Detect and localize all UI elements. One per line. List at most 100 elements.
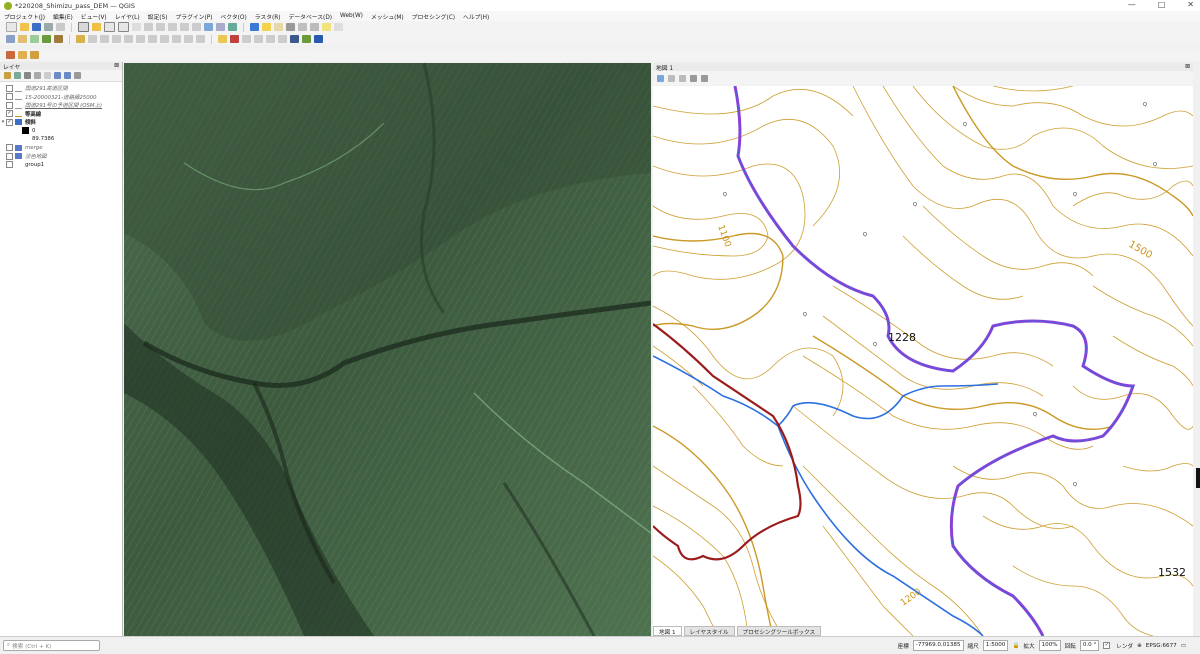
zoom-selection-icon[interactable] [168,23,177,31]
menu-vector[interactable]: ベクタ(O) [216,12,250,21]
zoom-out-icon[interactable] [118,22,129,32]
label-icon[interactable] [218,35,227,43]
close-icon[interactable]: ✕ [1187,0,1194,9]
crs-label[interactable]: EPSG:6677 [1146,643,1177,649]
new-project-icon[interactable] [6,22,17,32]
main-map-canvas[interactable] [124,63,651,636]
layer-item[interactable]: 国道291号の予道区間 (OSM上) [0,101,122,110]
tab-layer-style[interactable]: レイヤスタイル [683,626,735,636]
label-show-icon[interactable] [242,35,251,43]
zoom-in-icon[interactable] [104,22,115,32]
layer-visibility-checkbox[interactable] [6,161,13,169]
zoom-full-icon[interactable] [144,23,153,31]
menu-settings[interactable]: 設定(S) [144,12,172,21]
menu-web[interactable]: Web(W) [336,13,367,19]
expression-icon[interactable] [30,51,39,59]
delete-icon[interactable] [136,35,145,43]
layer-item[interactable]: ▾ ✓ 傾斜 [0,118,122,127]
identify-icon[interactable] [250,23,259,31]
menu-mesh[interactable]: メッシュ(M) [367,12,408,21]
menu-processing[interactable]: プロセシング(C) [408,12,459,21]
tab-processing-toolbox[interactable]: プロセシングツールボックス [736,626,822,636]
tab-map-1[interactable]: 地図 1 [653,626,682,636]
print-layout-icon[interactable] [44,23,53,31]
data-source-manager-icon[interactable] [6,35,15,43]
menu-raster[interactable]: ラスタ(R) [251,12,285,21]
eye-icon[interactable] [701,74,708,82]
menu-layer[interactable]: レイヤ(L) [111,12,144,21]
menu-view[interactable]: ビュー(V) [77,12,111,21]
measure-icon[interactable] [310,23,319,31]
save-edits-icon[interactable] [100,35,109,43]
paste-icon[interactable] [172,35,181,43]
magnifier-field[interactable]: 100% [1038,640,1061,651]
menu-database[interactable]: データベース(D) [285,12,336,21]
layer-visibility-checkbox[interactable]: ✓ [6,110,13,118]
vertex-tool-icon[interactable] [124,35,133,43]
add-raster-icon[interactable] [54,35,63,43]
filter-expression-icon[interactable] [44,72,51,79]
layer-item[interactable]: merge [0,144,122,153]
layer-item[interactable]: 淡色地図 [0,152,122,161]
undo-icon[interactable] [184,35,193,43]
rotation-field[interactable]: 0.0 ° [1079,640,1100,651]
save-project-icon[interactable] [32,23,41,31]
layer-visibility-checkbox[interactable] [6,144,13,152]
maximize-icon[interactable]: □ [1158,0,1166,9]
label-pin-icon[interactable] [230,35,239,43]
layer-visibility-checkbox[interactable]: ✓ [6,118,13,126]
panel-close-icon[interactable]: ⊠ [114,63,119,69]
tips-icon[interactable] [334,23,343,31]
zoom-last-icon[interactable] [180,23,189,31]
layer-visibility-checkbox[interactable] [6,93,13,101]
layer-item[interactable]: ✓ 等高線 [0,110,122,119]
pan-to-selection-icon[interactable] [92,23,101,31]
new-map-view-icon[interactable] [204,23,213,31]
coordinate-field[interactable]: -77969.0,01385 [912,640,964,651]
refresh-icon[interactable] [228,23,237,31]
add-group-icon[interactable] [14,72,21,79]
settings-icon[interactable] [690,74,697,82]
layout-manager-icon[interactable] [56,23,65,31]
add-feature-icon[interactable] [112,35,121,43]
manage-visibility-icon[interactable] [24,72,31,79]
zoom-selection-icon[interactable] [679,74,686,82]
toggle-edit-icon[interactable] [88,35,97,43]
zoom-rubberband-icon[interactable] [132,23,141,31]
minimize-icon[interactable]: — [1128,0,1136,9]
python-console-icon[interactable] [290,35,299,43]
dock-handle[interactable] [1196,468,1200,488]
copy-icon[interactable] [160,35,169,43]
zoom-full-icon[interactable] [657,74,664,82]
panel-close-icon[interactable]: ⊠ [1185,64,1190,70]
annotation-icon[interactable] [322,23,331,31]
open-styling-icon[interactable] [4,72,11,79]
message-icon[interactable]: ▭ [1181,643,1186,649]
layer-item[interactable]: group1 [0,161,122,170]
statistics-icon[interactable] [298,23,307,31]
digitize-icon[interactable] [30,35,39,43]
layer-visibility-checkbox[interactable] [6,152,13,160]
plugin-icon[interactable] [302,35,311,43]
layer-visibility-checkbox[interactable] [6,101,13,109]
deselect-icon[interactable] [274,23,283,31]
new-layer-icon[interactable] [18,35,27,43]
add-vector-icon[interactable] [42,35,51,43]
layer-item[interactable]: 国道291高道区間 [0,84,122,93]
label-change-icon[interactable] [278,35,287,43]
expand-all-icon[interactable] [54,72,61,79]
topographic-map[interactable]: QQQ QQQ QQQ QQ 1100 1228 1500 1200 1532 [653,86,1193,636]
locator-search-input[interactable]: ⌕ 検索 (Ctrl + K) [3,640,100,651]
field-calculator-icon[interactable] [286,23,295,31]
remove-layer-icon[interactable] [74,72,81,79]
open-project-icon[interactable] [20,23,29,31]
temporal-icon[interactable] [216,23,225,31]
menu-help[interactable]: ヘルプ(H) [459,12,493,21]
cut-icon[interactable] [148,35,157,43]
zoom-layer-icon[interactable] [156,23,165,31]
scale-field[interactable]: 1:5000 [982,640,1009,651]
collapse-all-icon[interactable] [64,72,71,79]
zoom-next-icon[interactable] [192,23,201,31]
select-icon[interactable] [262,23,271,31]
menu-project[interactable]: プロジェクト(J) [0,12,49,21]
